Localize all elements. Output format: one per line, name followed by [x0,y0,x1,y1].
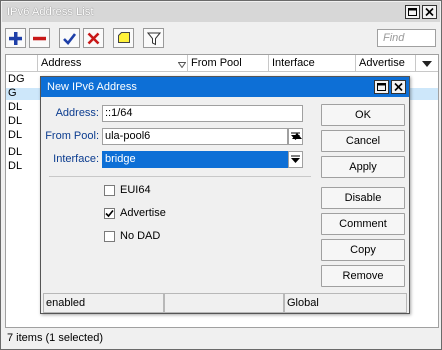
row-flag: DG [8,73,25,85]
remove-icon[interactable] [29,28,50,48]
from-pool-collapse-icon[interactable] [291,131,303,143]
address-input[interactable]: ::1/64 [102,105,303,122]
dialog-titlebar[interactable]: New IPv6 Address [41,77,409,97]
column-header-from-pool[interactable]: From Pool [188,55,269,72]
dialog-title: New IPv6 Address [47,81,137,93]
no-dad-label: No DAD [120,230,161,242]
row-flag: DL [8,115,23,127]
dialog-status-scope: Global [284,293,407,313]
disable-button[interactable]: Disable [321,187,405,209]
close-icon[interactable] [422,5,437,19]
interface-select[interactable]: bridge [102,151,288,168]
column-header-flags[interactable] [6,55,38,72]
maximize-icon[interactable] [405,5,420,19]
maximize-icon[interactable] [374,80,389,94]
eui64-checkbox[interactable] [104,185,115,196]
add-icon[interactable] [5,28,26,48]
advertise-checkbox[interactable] [104,208,115,219]
column-header-dropdown[interactable] [416,55,438,72]
sort-desc-icon [177,59,187,71]
comment-icon[interactable] [113,28,134,48]
row-flag: DL [8,129,23,141]
from-pool-label: From Pool: [45,130,99,142]
from-pool-select[interactable]: ula-pool6 [102,128,288,145]
remove-button[interactable]: Remove [321,265,405,287]
interface-label: Interface: [53,153,99,165]
advertise-label: Advertise [120,207,166,219]
separator [49,176,311,177]
find-input[interactable]: Find [377,29,436,47]
disable-x-icon[interactable] [83,28,104,48]
dialog-status-empty [164,293,284,313]
close-icon[interactable] [391,80,406,94]
column-header-address[interactable]: Address [38,55,188,72]
window-titlebar[interactable]: IPv6 Address List [2,2,440,22]
column-header-advertise[interactable]: Advertise [356,55,416,72]
enable-check-icon[interactable] [59,28,80,48]
apply-button[interactable]: Apply [321,156,405,178]
cancel-button[interactable]: Cancel [321,130,405,152]
row-flag: DL [8,146,23,158]
ok-button[interactable]: OK [321,104,405,126]
no-dad-checkbox[interactable] [104,231,115,242]
address-label: Address: [55,107,99,119]
row-flag: DL [8,160,23,172]
new-ipv6-address-dialog: New IPv6 Address Address: ::1/64 From Po… [40,76,410,314]
row-flag: DL [8,101,23,113]
column-header-interface[interactable]: Interface [269,55,356,72]
row-flag: G [8,87,17,99]
status-bar: 7 items (1 selected) [7,332,103,344]
copy-button[interactable]: Copy [321,239,405,261]
comment-button[interactable]: Comment [321,213,405,235]
filter-icon[interactable] [143,28,164,48]
eui64-label: EUI64 [120,184,151,196]
window-title: IPv6 Address List [7,6,94,18]
dialog-status-enabled: enabled [43,293,164,313]
interface-dropdown-icon[interactable] [288,151,303,168]
